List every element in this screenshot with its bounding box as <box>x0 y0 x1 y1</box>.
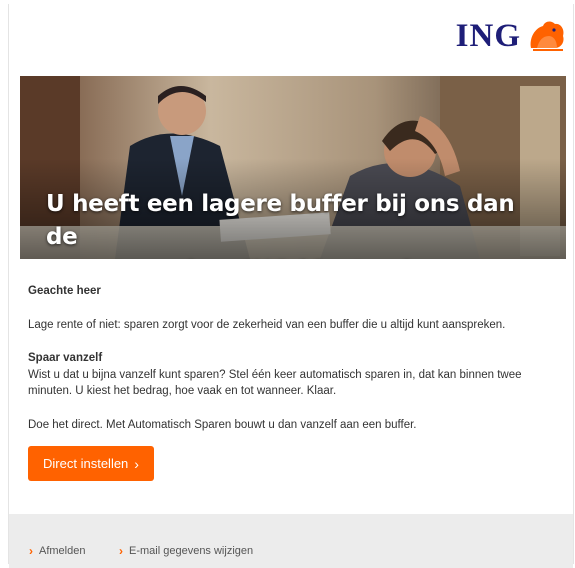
greeting: Geachte heer <box>28 285 101 297</box>
change-email-link[interactable]: › E-mail gegevens wijzigen <box>119 544 253 558</box>
unsubscribe-label: Afmelden <box>39 545 86 557</box>
logo-text: ING <box>455 17 521 54</box>
closing-text: Doe het direct. Met Automatisch Sparen b… <box>28 418 417 431</box>
cta-label: Direct instellen <box>43 456 129 471</box>
intro-text: Lage rente of niet: sparen zorgt voor de… <box>28 318 506 331</box>
chevron-right-icon: › <box>29 544 33 558</box>
direct-instellen-button[interactable]: Direct instellen › <box>28 446 154 481</box>
change-email-label: E-mail gegevens wijzigen <box>129 545 254 557</box>
hero-title: U heeft een lagere buffer bij ons dan de… <box>46 191 515 259</box>
unsubscribe-link[interactable]: › Afmelden <box>29 544 85 558</box>
chevron-right-icon: › <box>119 544 123 558</box>
hero-banner: U heeft een lagere buffer bij ons dan de… <box>20 76 566 259</box>
ing-logo: ING <box>456 14 567 58</box>
section-heading: Spaar vanzelf <box>28 352 103 364</box>
section-text: Wist u dat u bijna vanzelf kunt sparen? … <box>28 368 522 398</box>
footer: › Afmelden › E-mail gegevens wijzigen <box>9 514 573 568</box>
chevron-right-icon: › <box>134 455 139 472</box>
email-body: Geachte heer Lage rente of niet: sparen … <box>28 283 558 433</box>
lion-icon <box>530 21 564 51</box>
